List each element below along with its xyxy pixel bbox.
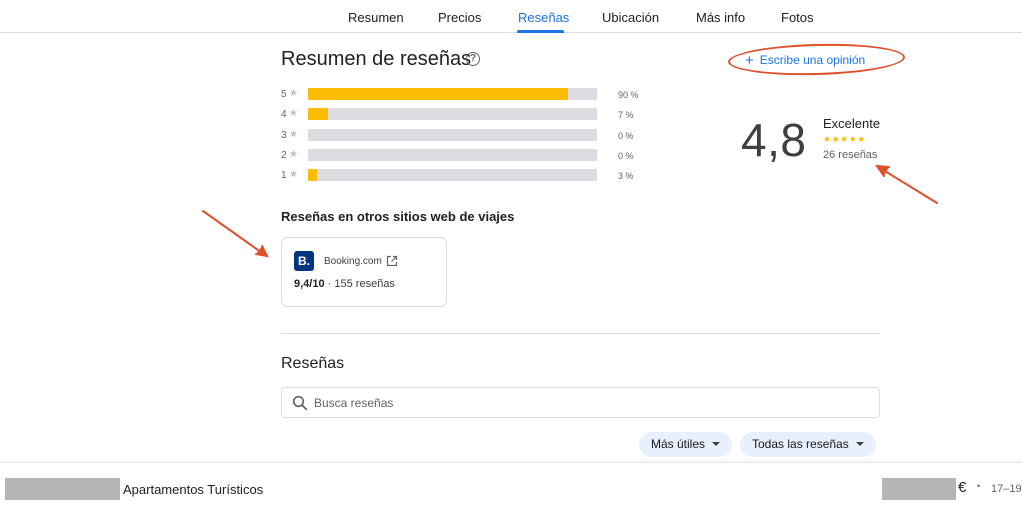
annotation-circle — [727, 41, 906, 78]
external-link-icon — [386, 255, 398, 267]
sort-label: Más útiles — [651, 437, 706, 451]
redacted-block — [5, 478, 120, 500]
separator-dot: · — [327, 278, 332, 290]
site-review-count: 155 reseñas — [334, 278, 395, 290]
bottom-bar: Apartamentos Turísticos € • 17–19 — [0, 462, 1022, 508]
rating-percent: 0 % — [618, 131, 634, 141]
chevron-down-icon — [712, 442, 721, 446]
annotation-arrow-right — [874, 164, 938, 204]
rating-percent: 3 % — [618, 171, 634, 181]
tab-resumen[interactable]: Resumen — [348, 10, 404, 25]
star-icon: ★ — [289, 129, 298, 140]
rating-bar-track — [308, 108, 597, 120]
star-icon: ★ — [289, 169, 298, 180]
active-tab-indicator — [517, 30, 564, 33]
search-reviews-input[interactable] — [314, 388, 864, 417]
section-divider — [281, 333, 880, 334]
rating-bar-fill — [308, 169, 317, 181]
search-icon — [292, 395, 308, 411]
stay-dates[interactable]: 17–19 — [991, 483, 1022, 495]
reviews-title: Reseñas — [281, 355, 345, 372]
rating-bar-fill — [308, 88, 568, 100]
rating-bar-track — [308, 88, 597, 100]
tab-mas-info[interactable]: Más info — [696, 10, 745, 25]
review-count[interactable]: 26 reseñas — [823, 149, 877, 161]
score-rating-word: Excelente — [823, 116, 881, 131]
tab-precios[interactable]: Precios — [438, 10, 481, 25]
hotel-name: Apartamentos Turísticos — [123, 482, 264, 497]
rating-bar-track — [308, 169, 597, 181]
star-count-label: 3 — [281, 130, 287, 141]
review-summary-title: Resumen de reseñas — [281, 48, 472, 70]
rating-bar-track — [308, 129, 597, 141]
other-sites-title: Reseñas en otros sitios web de viajes — [281, 209, 515, 224]
tab-resenas[interactable]: Reseñas — [518, 10, 569, 25]
search-box — [281, 387, 880, 418]
star-count-label: 1 — [281, 170, 287, 181]
rating-bar-fill — [308, 108, 328, 120]
star-icon: ★ — [289, 108, 298, 119]
site-name: Booking.com — [324, 256, 382, 267]
overall-score: 4,8 — [741, 114, 807, 166]
site-score-line: 9,4/10 · 155 reseñas — [294, 278, 395, 290]
annotation-arrows — [202, 164, 938, 258]
separator-dot: • — [977, 481, 981, 491]
chevron-down-icon — [855, 442, 864, 446]
booking-logo-icon: B. — [294, 251, 314, 271]
tab-ubicacion[interactable]: Ubicación — [602, 10, 659, 25]
star-count-label: 2 — [281, 150, 287, 161]
star-icon: ★ — [289, 149, 298, 160]
rating-percent: 7 % — [618, 110, 634, 120]
site-score: 9,4/10 — [294, 278, 325, 290]
star-count-label: 4 — [281, 109, 287, 120]
star-count-label: 5 — [281, 89, 287, 100]
tab-fotos[interactable]: Fotos — [781, 10, 814, 25]
star-icon: ★ — [289, 88, 298, 99]
booking-site-card[interactable]: B. Booking.com 9,4/10 · 155 reseñas — [281, 237, 447, 307]
help-icon[interactable]: ? — [466, 52, 480, 66]
score-stars-icon: ★★★★★ — [823, 134, 866, 144]
annotation-arrow-left — [202, 210, 269, 258]
filter-label: Todas las reseñas — [752, 437, 849, 451]
rating-percent: 90 % — [618, 90, 639, 100]
rating-bar-track — [308, 149, 597, 161]
filter-dropdown[interactable]: Todas las reseñas — [740, 432, 876, 457]
section-tabs: Resumen Precios Reseñas Ubicación Más in… — [0, 0, 1022, 33]
rating-percent: 0 % — [618, 151, 634, 161]
currency-symbol: € — [958, 479, 967, 496]
sort-dropdown[interactable]: Más útiles — [639, 432, 733, 457]
redacted-block — [882, 478, 956, 500]
